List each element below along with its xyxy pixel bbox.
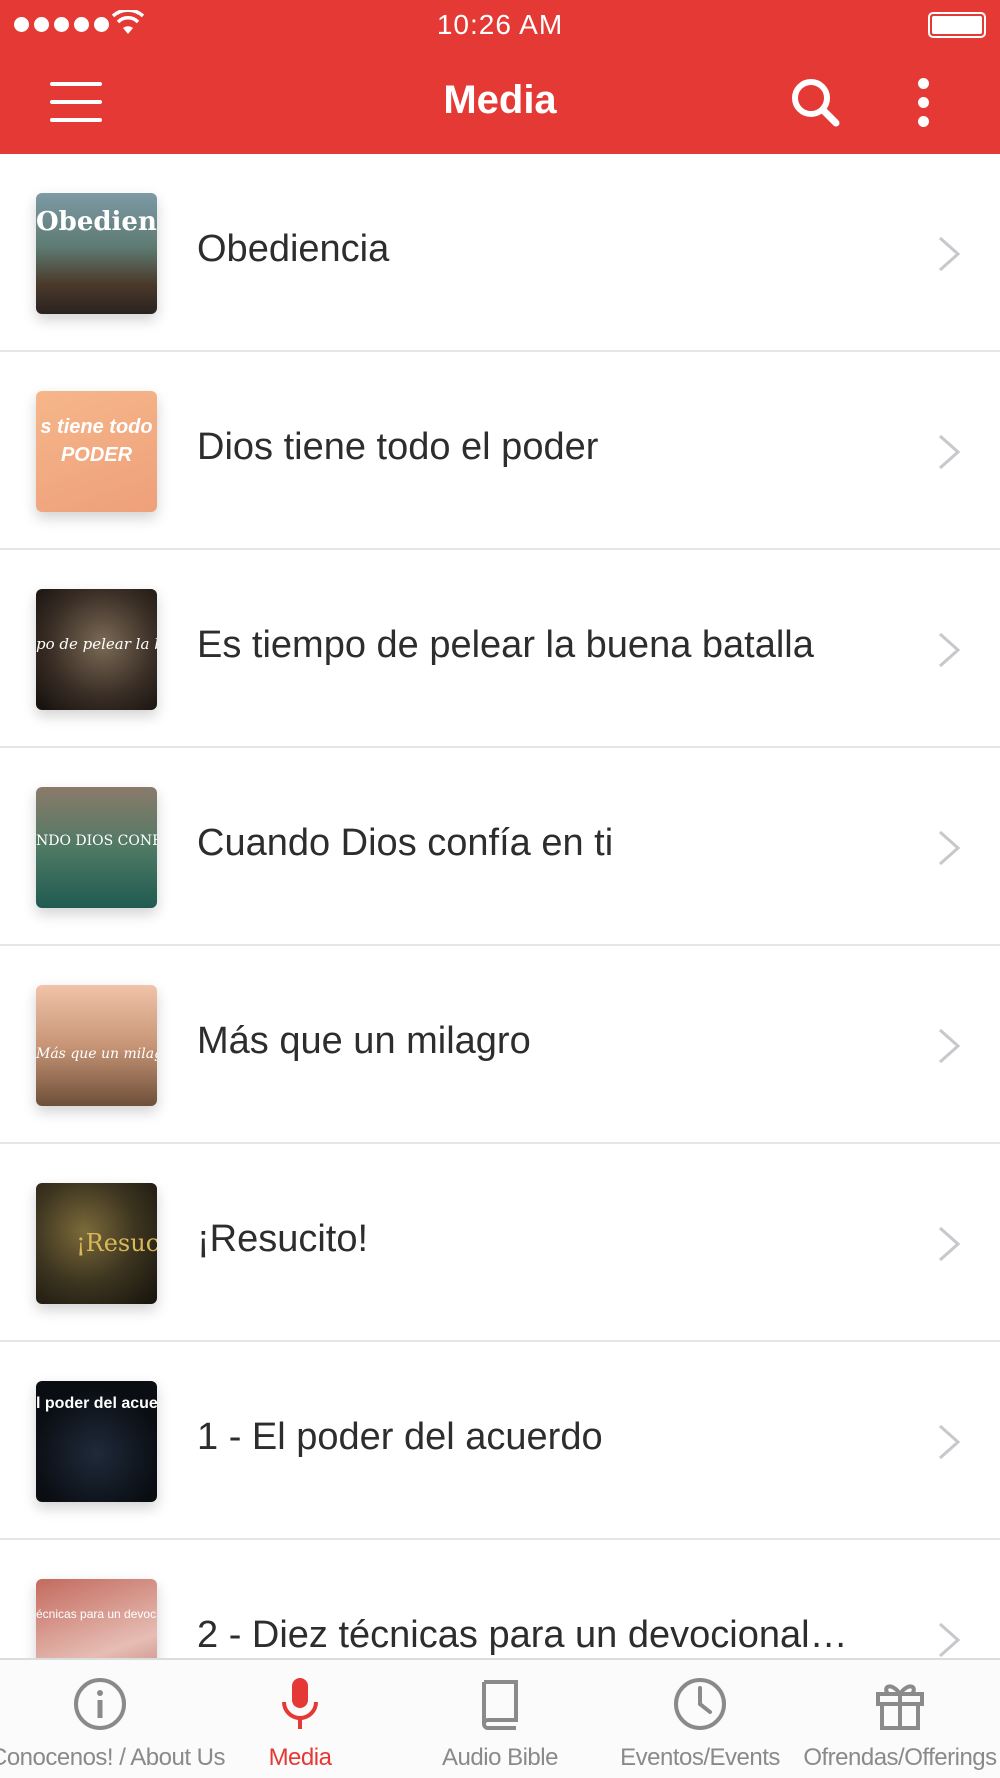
chevron-right-icon bbox=[939, 236, 961, 272]
media-list-item[interactable]: l poder del acuerd 1 - El poder del acue… bbox=[0, 1342, 1000, 1540]
tab-offerings[interactable]: Ofrendas/Offerings bbox=[800, 1660, 1000, 1778]
search-icon[interactable] bbox=[786, 74, 846, 130]
media-thumbnail: po de pelear la buena bbox=[36, 589, 157, 710]
media-title: Obediencia bbox=[197, 228, 390, 270]
chevron-right-icon bbox=[939, 1424, 961, 1460]
chevron-right-icon bbox=[939, 1622, 961, 1658]
media-list: Obediencia Obediencia s tiene todo PODER… bbox=[0, 154, 1000, 1658]
media-thumbnail: écnicas para un devocion bbox=[36, 1579, 157, 1658]
media-title: ¡Resucito! bbox=[197, 1218, 369, 1260]
media-list-item[interactable]: s tiene todo PODER Dios tiene todo el po… bbox=[0, 352, 1000, 550]
media-thumbnail: l poder del acuerd bbox=[36, 1381, 157, 1502]
tab-label: Media bbox=[268, 1744, 332, 1771]
tab-label: Audio Bible bbox=[442, 1744, 558, 1771]
chevron-right-icon bbox=[939, 1028, 961, 1064]
media-list-item[interactable]: Obediencia Obediencia bbox=[0, 154, 1000, 352]
media-list-item[interactable]: Más que un milagro Más que un milagro bbox=[0, 946, 1000, 1144]
tab-label: Eventos/Events bbox=[620, 1744, 780, 1771]
media-title: Cuando Dios confía en ti bbox=[197, 822, 614, 864]
top-bar: 10:26 AM Media bbox=[0, 0, 1000, 154]
tab-label: Conocenos! / About Us bbox=[0, 1744, 225, 1771]
media-thumbnail: s tiene todo PODER bbox=[36, 391, 157, 512]
info-icon bbox=[74, 1678, 126, 1730]
clock-icon bbox=[674, 1678, 726, 1730]
media-list-item[interactable]: écnicas para un devocion 2 - Diez técnic… bbox=[0, 1540, 1000, 1658]
tab-audio-bible[interactable]: Audio Bible bbox=[400, 1660, 600, 1778]
microphone-icon bbox=[282, 1678, 318, 1729]
tab-events[interactable]: Eventos/Events bbox=[600, 1660, 800, 1778]
chevron-right-icon bbox=[939, 1226, 961, 1262]
media-title: Es tiempo de pelear la buena batalla bbox=[197, 624, 814, 666]
media-list-item[interactable]: ¡Resuci ¡Resucito! bbox=[0, 1144, 1000, 1342]
media-title: Dios tiene todo el poder bbox=[197, 426, 599, 468]
media-title: 1 - El poder del acuerdo bbox=[197, 1416, 603, 1458]
chevron-right-icon bbox=[939, 434, 961, 470]
book-icon bbox=[482, 1680, 518, 1730]
media-list-item[interactable]: po de pelear la buena Es tiempo de pelea… bbox=[0, 550, 1000, 748]
battery-icon bbox=[928, 12, 986, 38]
page-title: Media bbox=[443, 78, 557, 122]
media-thumbnail: Más que un milagro bbox=[36, 985, 157, 1106]
tab-media[interactable]: Media bbox=[200, 1660, 400, 1778]
status-time: 10:26 AM bbox=[436, 9, 564, 40]
media-list-item[interactable]: NDO DIOS CONFÍA Cuando Dios confía en ti bbox=[0, 748, 1000, 946]
media-title: 2 - Diez técnicas para un devocional… bbox=[197, 1614, 848, 1656]
tab-label: Ofrendas/Offerings bbox=[803, 1744, 997, 1771]
more-options-icon[interactable] bbox=[902, 72, 946, 132]
media-title: Más que un milagro bbox=[197, 1020, 531, 1062]
media-thumbnail: Obediencia bbox=[36, 193, 157, 314]
bottom-tab-bar: Conocenos! / About Us Media Audio Bible … bbox=[0, 1658, 1000, 1778]
app-bar: Media bbox=[0, 50, 1000, 154]
media-thumbnail: NDO DIOS CONFÍA bbox=[36, 787, 157, 908]
chevron-right-icon bbox=[939, 632, 961, 668]
tab-about-us[interactable]: Conocenos! / About Us bbox=[0, 1660, 225, 1778]
status-bar: 10:26 AM bbox=[0, 0, 1000, 50]
chevron-right-icon bbox=[939, 830, 961, 866]
gift-icon bbox=[876, 1684, 924, 1730]
media-thumbnail: ¡Resuci bbox=[36, 1183, 157, 1304]
